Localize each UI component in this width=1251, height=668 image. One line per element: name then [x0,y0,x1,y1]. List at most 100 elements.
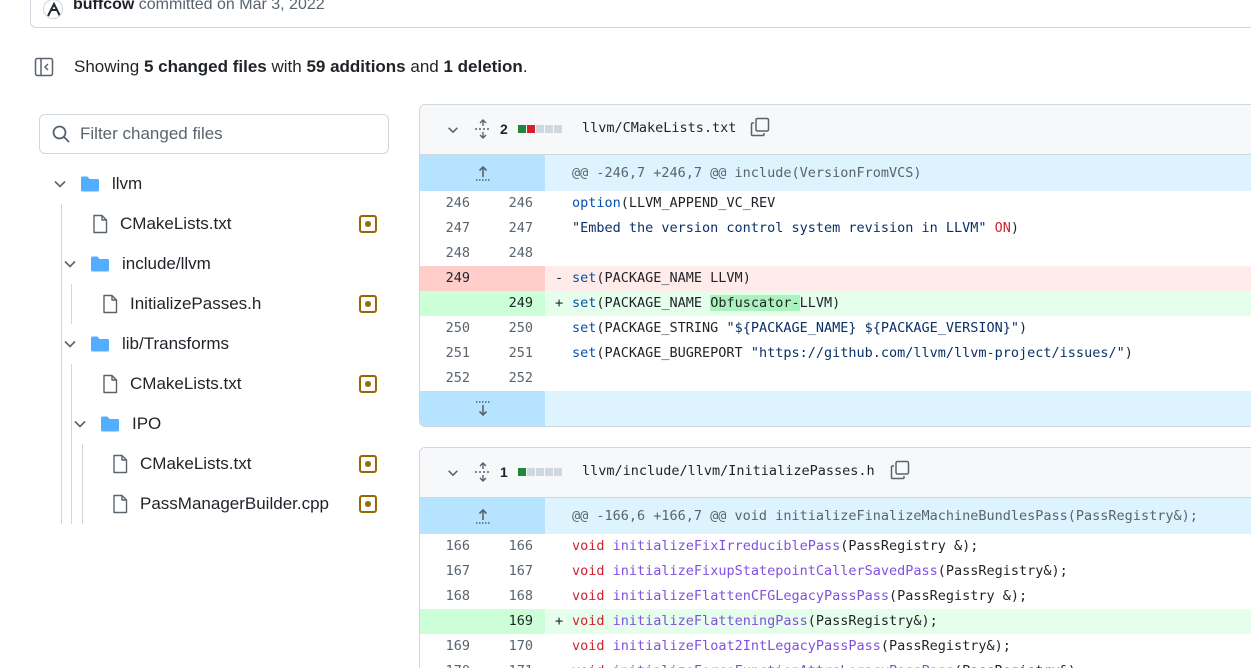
expand-up-button[interactable] [420,498,545,534]
old-line-number[interactable]: 247 [430,220,470,236]
sidebar-toggle-icon[interactable] [34,57,54,77]
diff-line: 250 250 set(PACKAGE_STRING "${PACKAGE_NAME… [420,316,1251,341]
tree-file-cmakelists[interactable]: CMakeLists.txt [102,364,241,404]
chevron-down-icon [64,340,76,348]
chevron-down-icon[interactable] [446,466,460,480]
new-line-number[interactable]: 249 [493,295,533,311]
commit-date: committed on Mar 3, 2022 [138,0,325,13]
commit-bar: buffcow committed on Mar 3, 2022 [30,0,1251,28]
summary-mid1: with [266,57,307,76]
search-icon [52,125,70,143]
chevron-down-icon[interactable] [446,123,460,137]
new-line-number[interactable]: 169 [493,613,533,629]
summary-additions: 59 additions [306,57,406,76]
commit-author[interactable]: buffcow [73,0,134,13]
diff-summary: Showing 5 changed files with 59 addition… [34,54,528,80]
expand-up-icon [476,165,490,181]
new-line-number[interactable]: 166 [493,538,533,554]
diff-line-deletion: 249 - set(PACKAGE_NAME LLVM) [420,266,1251,291]
code-text: void initializeFixupStatepointCallerSave… [572,563,1068,579]
new-line-number[interactable]: 247 [493,220,533,236]
chevron-down-icon [54,180,66,188]
copy-icon[interactable] [890,460,910,480]
old-line-number[interactable]: 248 [430,245,470,261]
old-line-number[interactable]: 249 [430,270,470,286]
expand-up-button[interactable] [420,155,545,191]
tree-folder-llvm[interactable]: llvm [52,164,142,204]
diff-filename[interactable]: llvm/CMakeLists.txt [582,120,736,136]
commit-info: buffcow committed on Mar 3, 2022 [73,0,325,14]
expand-all-icon[interactable] [474,119,492,139]
file-modified-icon [359,295,377,313]
diff-line: 248 248 [420,241,1251,266]
code-text: void initializeFloat2IntLegacyPassPass(P… [572,638,1011,654]
tree-file-initializepasses[interactable]: InitializePasses.h [102,284,261,324]
change-count: 1 [500,464,508,480]
diff-line: 167 167 void initializeFixupStatepointCall… [420,559,1251,584]
tree-item-label: IPO [132,414,162,433]
expand-all-icon[interactable] [474,462,492,482]
expand-down-button[interactable] [420,391,545,426]
file-modified-icon [359,215,377,233]
file-modified-icon [359,495,377,513]
tree-file-cmakelists[interactable]: CMakeLists.txt [112,444,251,484]
tree-file-passmanagerbuilder[interactable]: PassManagerBuilder.cpp [112,484,329,524]
new-line-number[interactable]: 170 [493,638,533,654]
diff-filename[interactable]: llvm/include/llvm/InitializePasses.h [582,463,875,479]
hunk-footer [420,391,1251,426]
hunk-header: @@ -246,7 +246,7 @@ include(VersionFromV… [420,155,1251,191]
folder-icon [91,256,109,272]
diff-line: 246 246 option(LLVM_APPEND_VC_REV [420,191,1251,216]
diffstat-blocks [518,468,562,476]
file-diff: 1 llvm/include/llvm/InitializePasses.h @… [419,447,1251,668]
code-text: "Embed the version control system revisi… [572,220,1020,236]
old-line-number[interactable]: 246 [430,195,470,211]
file-icon [103,374,118,394]
diff-marker: - [555,270,564,286]
tree-item-label: PassManagerBuilder.cpp [140,494,330,513]
old-line-number[interactable]: 167 [430,563,470,579]
old-line-number[interactable]: 251 [430,345,470,361]
avatar[interactable] [43,0,63,19]
new-line-number[interactable]: 168 [493,588,533,604]
diff-line-addition: 249 + set(PACKAGE_NAME Obfuscator-LLVM) [420,291,1251,316]
diff-line: 169 170 void initializeFloat2IntLegacyPass… [420,634,1251,659]
file-modified-icon [359,455,377,473]
tree-guide [71,284,72,324]
new-line-number[interactable]: 171 [493,663,533,668]
tree-item-label: CMakeLists.txt [120,214,232,233]
tree-folder-ipo[interactable]: IPO [72,404,161,444]
tree-guide [71,364,72,524]
code-text: option(LLVM_APPEND_VC_REV [572,195,776,211]
tree-folder-include-llvm[interactable]: include/llvm [62,244,211,284]
old-line-number[interactable]: 252 [430,370,470,386]
copy-icon[interactable] [750,117,770,137]
old-line-number[interactable]: 250 [430,320,470,336]
folder-icon [81,176,99,192]
old-line-number[interactable]: 169 [430,638,470,654]
new-line-number[interactable]: 246 [493,195,533,211]
tree-item-label: lib/Transforms [122,334,230,353]
new-line-number[interactable]: 167 [493,563,533,579]
expand-down-icon [476,401,490,417]
new-line-number[interactable]: 251 [493,345,533,361]
filter-changed-files-input[interactable] [80,124,360,144]
folder-icon [101,416,119,432]
tree-folder-lib-transforms[interactable]: lib/Transforms [62,324,229,364]
new-line-number[interactable]: 250 [493,320,533,336]
new-line-number[interactable]: 248 [493,245,533,261]
hunk-header: @@ -166,6 +166,7 @@ void initializeFinal… [420,498,1251,534]
old-line-number[interactable]: 170 [430,663,470,668]
diff-line: 166 166 void initializeFixIrreduciblePass(… [420,534,1251,559]
new-line-number[interactable]: 252 [493,370,533,386]
diff-marker: + [555,295,564,311]
file-modified-icon [359,375,377,393]
old-line-number[interactable]: 168 [430,588,470,604]
file-diff: 2 llvm/CMakeLists.txt @@ -246,7 +246,7 @… [419,104,1251,427]
file-diff-header: 1 llvm/include/llvm/InitializePasses.h [420,448,1251,498]
tree-item-label: CMakeLists.txt [140,454,252,473]
old-line-number[interactable]: 166 [430,538,470,554]
code-text: void initializeFlatteningPass(PassRegist… [572,613,938,629]
code-text: set(PACKAGE_STRING "${PACKAGE_NAME} ${PA… [572,320,1028,336]
tree-file-cmakelists[interactable]: CMakeLists.txt [92,204,231,244]
